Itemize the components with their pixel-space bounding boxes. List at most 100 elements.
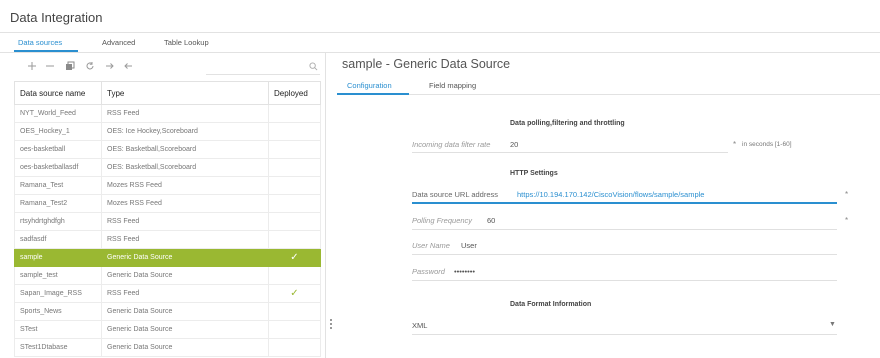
tab-table-lookup[interactable]: Table Lookup (164, 38, 209, 47)
refresh-icon[interactable] (84, 61, 96, 73)
http-section-title: HTTP Settings (510, 170, 558, 177)
row-type: Generic Data Source (101, 302, 269, 321)
format-select[interactable]: XML (412, 321, 427, 330)
column-header-type[interactable]: Type (101, 81, 269, 105)
tab-field-mapping[interactable]: Field mapping (429, 81, 476, 90)
chevron-down-icon[interactable]: ▼ (829, 321, 836, 328)
table-row[interactable]: oes-basketballasdf OES: Basketball,Scoreb… (14, 158, 321, 177)
row-name: sadfasdf (14, 230, 102, 249)
tab-advanced[interactable]: Advanced (102, 38, 135, 47)
main-tabs: Data sources Advanced Table Lookup (0, 33, 880, 53)
table-row[interactable]: STest Generic Data Source (14, 320, 321, 339)
table-row[interactable]: STest1Dtabase Generic Data Source (14, 338, 321, 357)
format-underline (412, 334, 837, 335)
row-name: Ramana_Test2 (14, 194, 102, 213)
polling-frequency-label: Polling Frequency (412, 216, 473, 225)
splitter-grip-icon[interactable] (330, 319, 333, 333)
row-name: sample (14, 248, 102, 267)
format-section-title: Data Format Information (510, 301, 592, 308)
polling-frequency-input[interactable]: 60 (487, 216, 495, 225)
table-row[interactable]: rtsyhdrtghdfgh RSS Feed (14, 212, 321, 231)
url-label: Data source URL address (412, 190, 499, 199)
row-type: RSS Feed (101, 284, 269, 303)
row-name: STest1Dtabase (14, 338, 102, 357)
table-row[interactable]: sample_test Generic Data Source (14, 266, 321, 285)
row-name: OES_Hockey_1 (14, 122, 102, 141)
filter-rate-label: Incoming data filter rate (412, 140, 491, 149)
data-source-title: sample - Generic Data Source (342, 57, 511, 71)
row-deployed (268, 122, 321, 141)
title-bar: Data Integration (0, 0, 880, 33)
table-row[interactable]: oes-basketball OES: Basketball,Scoreboard (14, 140, 321, 159)
panel-splitter[interactable] (327, 53, 337, 358)
row-name: oes-basketball (14, 140, 102, 159)
table-row[interactable]: Sapan_Image_RSS RSS Feed ✓ (14, 284, 321, 303)
search-icon[interactable] (309, 62, 318, 71)
row-deployed (268, 140, 321, 159)
data-sources-table: Data source name Type Deployed NYT_World… (14, 81, 321, 357)
url-underline (412, 202, 837, 204)
table-row[interactable]: Ramana_Test2 Mozes RSS Feed (14, 194, 321, 213)
table-row[interactable]: Ramana_Test Mozes RSS Feed (14, 176, 321, 195)
row-type: Mozes RSS Feed (101, 176, 269, 195)
detail-panel: sample - Generic Data Source Configurati… (337, 53, 880, 358)
polling-frequency-underline (412, 229, 837, 230)
row-type: OES: Ice Hockey,Scoreboard (101, 122, 269, 141)
row-type: RSS Feed (101, 104, 269, 123)
table-row[interactable]: NYT_World_Feed RSS Feed (14, 104, 321, 123)
filter-rate-underline (412, 152, 728, 153)
deployed-check-icon: ✓ (268, 248, 321, 267)
row-deployed (268, 194, 321, 213)
detail-tabs: Configuration Field mapping (337, 75, 880, 95)
username-underline (412, 254, 837, 255)
tab-data-sources[interactable]: Data sources (18, 38, 62, 47)
polling-section-title: Data polling,filtering and throttling (510, 120, 625, 127)
table-row[interactable]: sadfasdf RSS Feed (14, 230, 321, 249)
search-input[interactable] (206, 60, 304, 72)
row-type: RSS Feed (101, 230, 269, 249)
table-row[interactable]: Sports_News Generic Data Source (14, 302, 321, 321)
url-input[interactable]: https://10.194.170.142/CiscoVision/flows… (517, 190, 704, 199)
row-deployed (268, 266, 321, 285)
tab-configuration[interactable]: Configuration (347, 81, 392, 90)
url-required-mark: * (845, 190, 849, 199)
table-row-selected[interactable]: sample Generic Data Source ✓ (14, 248, 321, 267)
row-name: STest (14, 320, 102, 339)
row-name: rtsyhdrtghdfgh (14, 212, 102, 231)
filter-rate-unit-hint: in seconds [1-60] (742, 141, 792, 148)
data-sources-panel: Data source name Type Deployed NYT_World… (0, 53, 326, 358)
data-sources-toolbar (0, 53, 326, 80)
row-deployed (268, 158, 321, 177)
deployed-check-icon: ✓ (268, 284, 321, 303)
row-type: OES: Basketball,Scoreboard (101, 140, 269, 159)
row-name: Ramana_Test (14, 176, 102, 195)
username-input[interactable]: User (461, 241, 477, 250)
row-deployed (268, 338, 321, 357)
row-deployed (268, 176, 321, 195)
password-underline (412, 280, 837, 281)
row-type: OES: Basketball,Scoreboard (101, 158, 269, 177)
row-name: Sports_News (14, 302, 102, 321)
row-type: Generic Data Source (101, 320, 269, 339)
row-type: Generic Data Source (101, 266, 269, 285)
table-header-row: Data source name Type Deployed (14, 81, 321, 105)
row-type: RSS Feed (101, 212, 269, 231)
column-header-name[interactable]: Data source name (14, 81, 102, 105)
row-name: Sapan_Image_RSS (14, 284, 102, 303)
row-type: Generic Data Source (101, 248, 269, 267)
active-subtab-indicator (337, 93, 409, 95)
password-label: Password (412, 267, 445, 276)
filter-rate-input[interactable]: 20 (510, 140, 518, 149)
row-type: Mozes RSS Feed (101, 194, 269, 213)
row-deployed (268, 230, 321, 249)
import-icon[interactable] (104, 61, 116, 73)
minus-icon[interactable] (44, 61, 56, 73)
row-name: oes-basketballasdf (14, 158, 102, 177)
table-row[interactable]: OES_Hockey_1 OES: Ice Hockey,Scoreboard (14, 122, 321, 141)
column-header-deployed[interactable]: Deployed (268, 81, 321, 105)
copy-icon[interactable] (64, 61, 76, 73)
plus-icon[interactable] (26, 61, 38, 73)
row-deployed (268, 320, 321, 339)
export-icon[interactable] (122, 61, 134, 73)
password-input[interactable]: •••••••• (454, 267, 475, 276)
